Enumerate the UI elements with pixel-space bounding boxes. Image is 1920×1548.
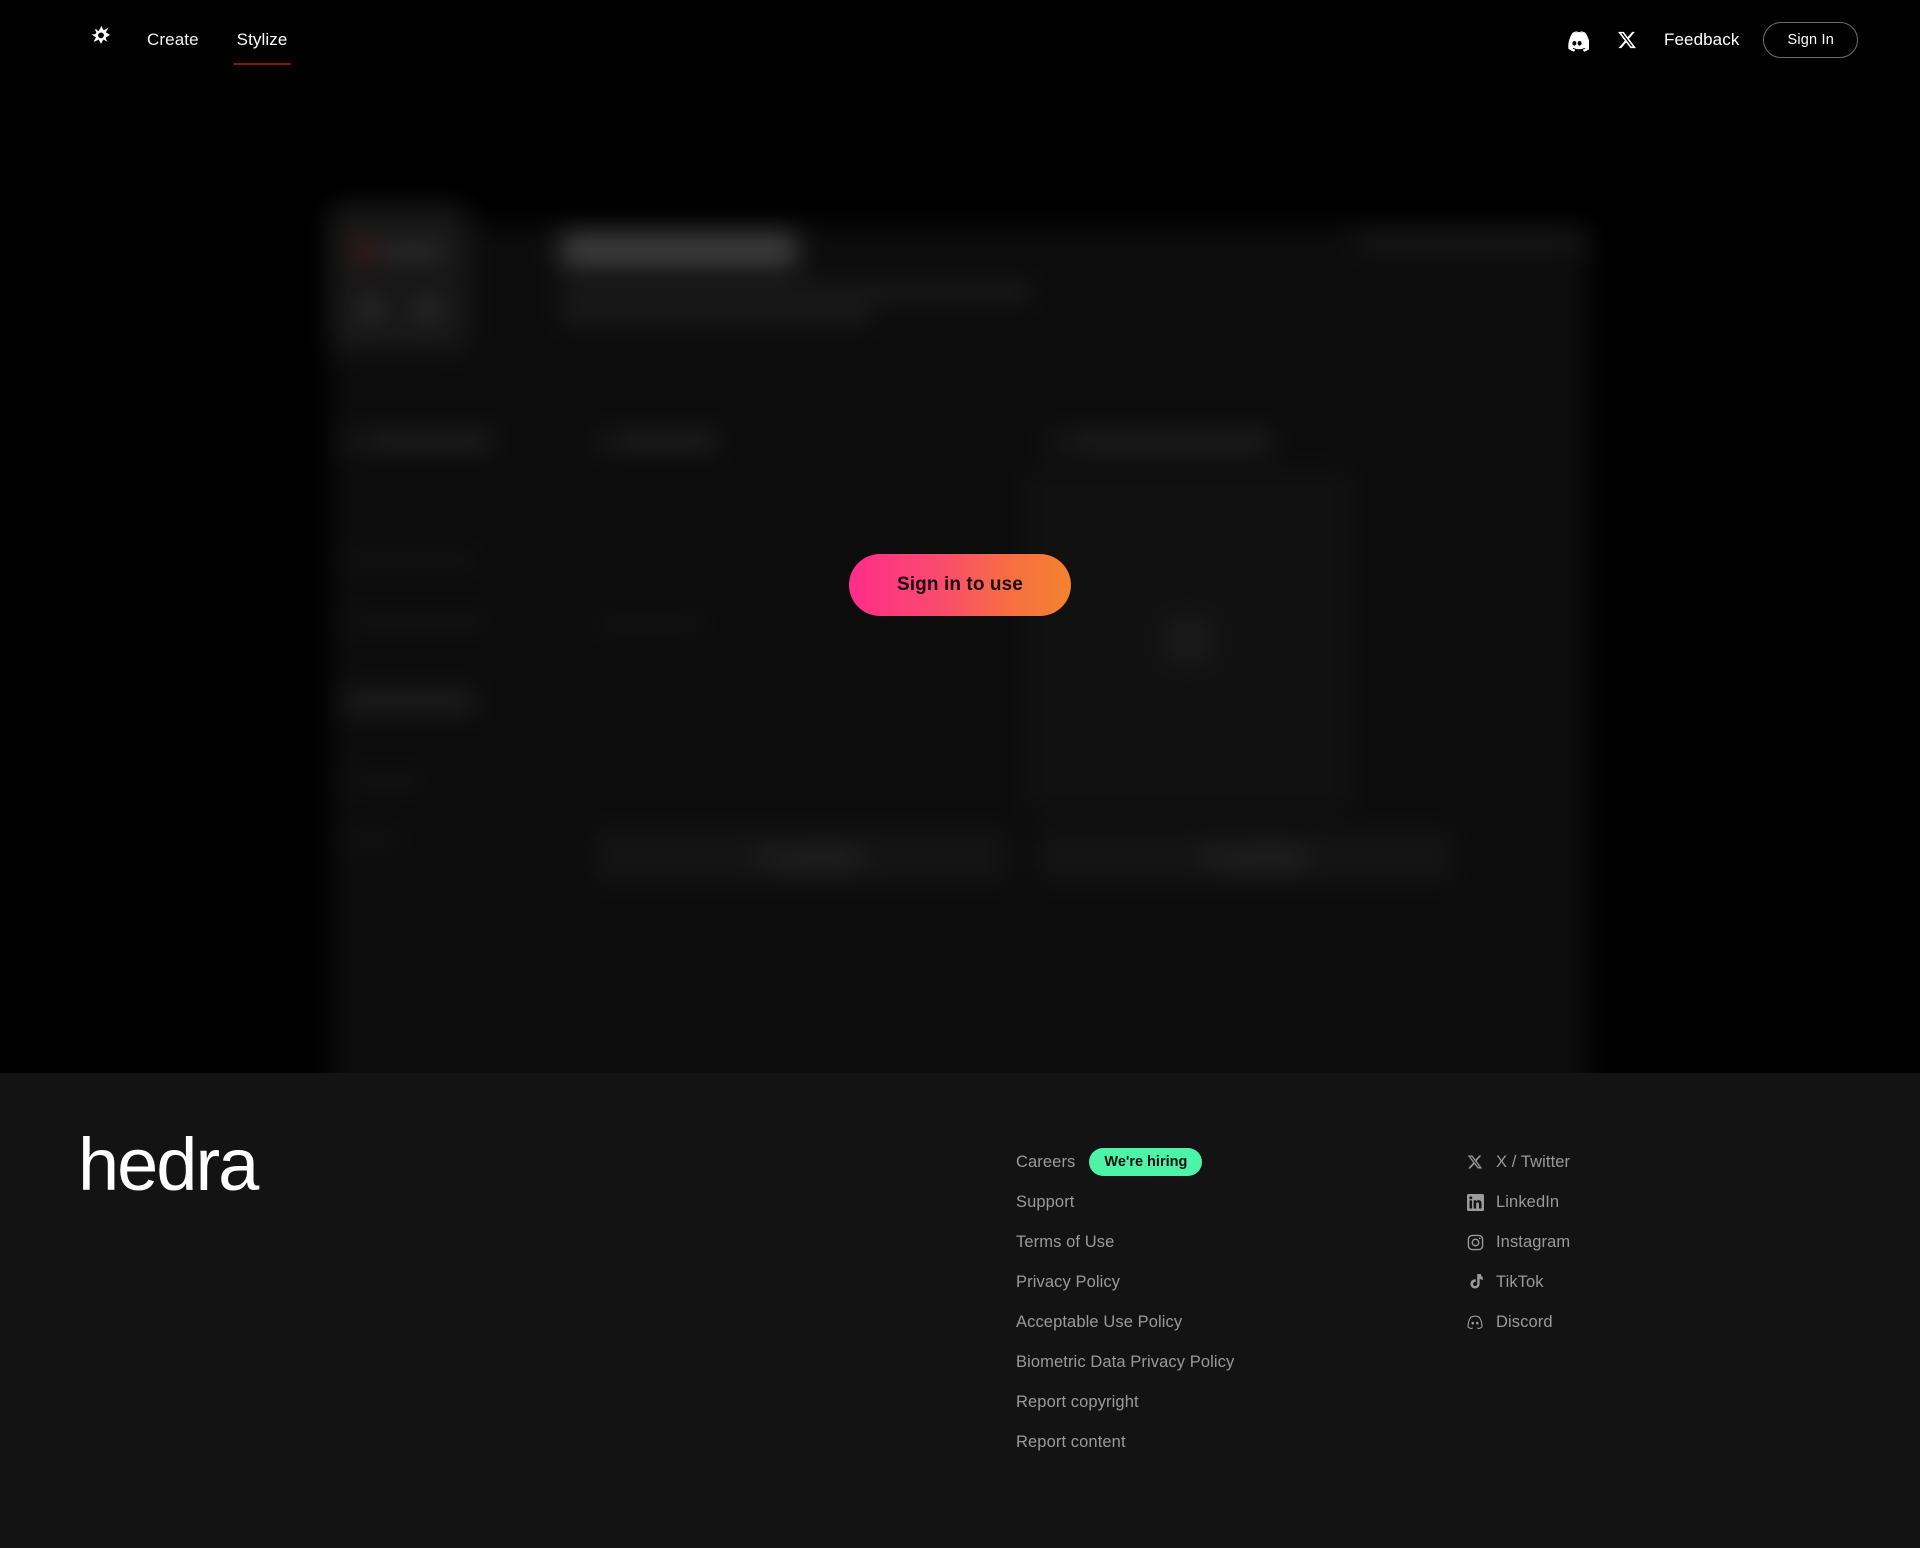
column-2-icon	[595, 435, 609, 449]
middle-field-1	[595, 617, 705, 630]
social-label-instagram: Instagram	[1496, 1232, 1571, 1251]
primary-nav: Create Stylize	[143, 0, 292, 79]
record-control-b-button	[413, 296, 441, 324]
left-field-1	[345, 555, 477, 566]
left-field-2	[345, 615, 491, 626]
footer-link-careers[interactable]: Careers	[1016, 1153, 1075, 1172]
footer-row-careers: Careers We're hiring	[1016, 1142, 1234, 1182]
footer-link-acceptable-use-policy[interactable]: Acceptable Use Policy	[1016, 1313, 1182, 1332]
social-link-linkedin[interactable]: LinkedIn	[1466, 1182, 1570, 1222]
middle-primary-action-button	[595, 831, 1007, 881]
social-label-x-twitter: X / Twitter	[1496, 1152, 1571, 1171]
footer-links-column: Careers We're hiring Support Terms of Us…	[1016, 1142, 1234, 1462]
footer-link-report-copyright[interactable]: Report copyright	[1016, 1393, 1139, 1412]
record-control-a-button	[356, 296, 384, 324]
column-3-icon	[1049, 435, 1063, 449]
footer-link-biometric-data-privacy-policy[interactable]: Biometric Data Privacy Policy	[1016, 1353, 1234, 1372]
right-primary-action-button	[1039, 831, 1451, 881]
footer-link-report-content[interactable]: Report content	[1016, 1433, 1126, 1452]
hiring-badge[interactable]: We're hiring	[1089, 1148, 1203, 1176]
discord-icon	[1466, 1313, 1484, 1331]
header-actions: Feedback Sign In	[1552, 0, 1858, 79]
column-1-icon	[345, 435, 359, 449]
hedra-logo-button[interactable]	[80, 18, 122, 60]
social-link-tiktok[interactable]: TikTok	[1466, 1262, 1570, 1302]
feedback-link[interactable]: Feedback	[1664, 30, 1739, 50]
footer-row-report-copyright: Report copyright	[1016, 1382, 1234, 1422]
left-field-4	[345, 835, 401, 846]
top-navigation-bar: Create Stylize Feedback Sign In	[0, 0, 1920, 79]
sign-in-button[interactable]: Sign In	[1763, 21, 1858, 58]
footer-row-support: Support	[1016, 1182, 1234, 1222]
tab-stylize[interactable]: Stylize	[232, 3, 292, 77]
footer-row-report-content: Report content	[1016, 1422, 1234, 1462]
footer-link-privacy-policy[interactable]: Privacy Policy	[1016, 1273, 1120, 1292]
site-footer	[0, 1073, 1920, 1548]
footer-row-privacy: Privacy Policy	[1016, 1262, 1234, 1302]
panel-close-icon	[1567, 231, 1585, 249]
middle-action-label	[785, 852, 859, 865]
x-twitter-icon	[1466, 1153, 1484, 1171]
tiktok-icon	[1466, 1273, 1484, 1291]
left-field-3	[345, 775, 427, 786]
footer-row-biometric: Biometric Data Privacy Policy	[1016, 1342, 1234, 1382]
linkedin-icon	[1466, 1193, 1484, 1211]
tab-create[interactable]: Create	[143, 3, 203, 77]
hero-subtitle-line-1	[561, 285, 1031, 299]
left-section-heading	[345, 693, 475, 710]
instagram-icon	[1466, 1233, 1484, 1251]
record-mini-card	[327, 203, 469, 353]
record-dot-icon	[355, 243, 372, 260]
footer-social-column: X / Twitter LinkedIn Instagram TikTok Di…	[1466, 1142, 1570, 1342]
record-label-placeholder	[381, 245, 443, 258]
stylize-workspace-panel-blurred	[327, 203, 1593, 1143]
x-twitter-link-button[interactable]	[1602, 15, 1652, 65]
footer-wordmark: hedra	[78, 1123, 259, 1206]
right-action-icon	[1209, 848, 1222, 866]
preview-placeholder-icon	[1165, 617, 1211, 663]
column-1-heading	[367, 433, 491, 449]
right-action-label	[1229, 852, 1303, 865]
panel-corner-chip	[1355, 231, 1565, 251]
footer-link-support[interactable]: Support	[1016, 1193, 1075, 1212]
middle-action-icon	[765, 848, 778, 866]
social-label-tiktok: TikTok	[1496, 1272, 1544, 1291]
output-preview-box	[1027, 470, 1349, 810]
column-3-heading	[1071, 433, 1271, 449]
discord-link-button[interactable]	[1552, 15, 1602, 65]
page-root: Create Stylize Feedback Sign In Sign in …	[0, 0, 1920, 1548]
footer-row-terms: Terms of Use	[1016, 1222, 1234, 1262]
social-label-discord: Discord	[1496, 1312, 1553, 1331]
footer-link-terms-of-use[interactable]: Terms of Use	[1016, 1233, 1114, 1252]
hero-title-placeholder	[561, 233, 797, 267]
social-link-discord[interactable]: Discord	[1466, 1302, 1570, 1342]
hedra-starburst-icon	[86, 24, 116, 54]
x-twitter-icon	[1617, 30, 1637, 50]
social-link-instagram[interactable]: Instagram	[1466, 1222, 1570, 1262]
sign-in-to-use-button[interactable]: Sign in to use	[849, 554, 1071, 616]
workspace-content	[327, 203, 1593, 1143]
hero-subtitle-line-2	[561, 309, 871, 323]
discord-icon	[1565, 28, 1589, 52]
social-link-x-twitter[interactable]: X / Twitter	[1466, 1142, 1570, 1182]
footer-row-acceptable-use: Acceptable Use Policy	[1016, 1302, 1234, 1342]
column-2-heading	[617, 433, 717, 449]
social-label-linkedin: LinkedIn	[1496, 1192, 1560, 1211]
